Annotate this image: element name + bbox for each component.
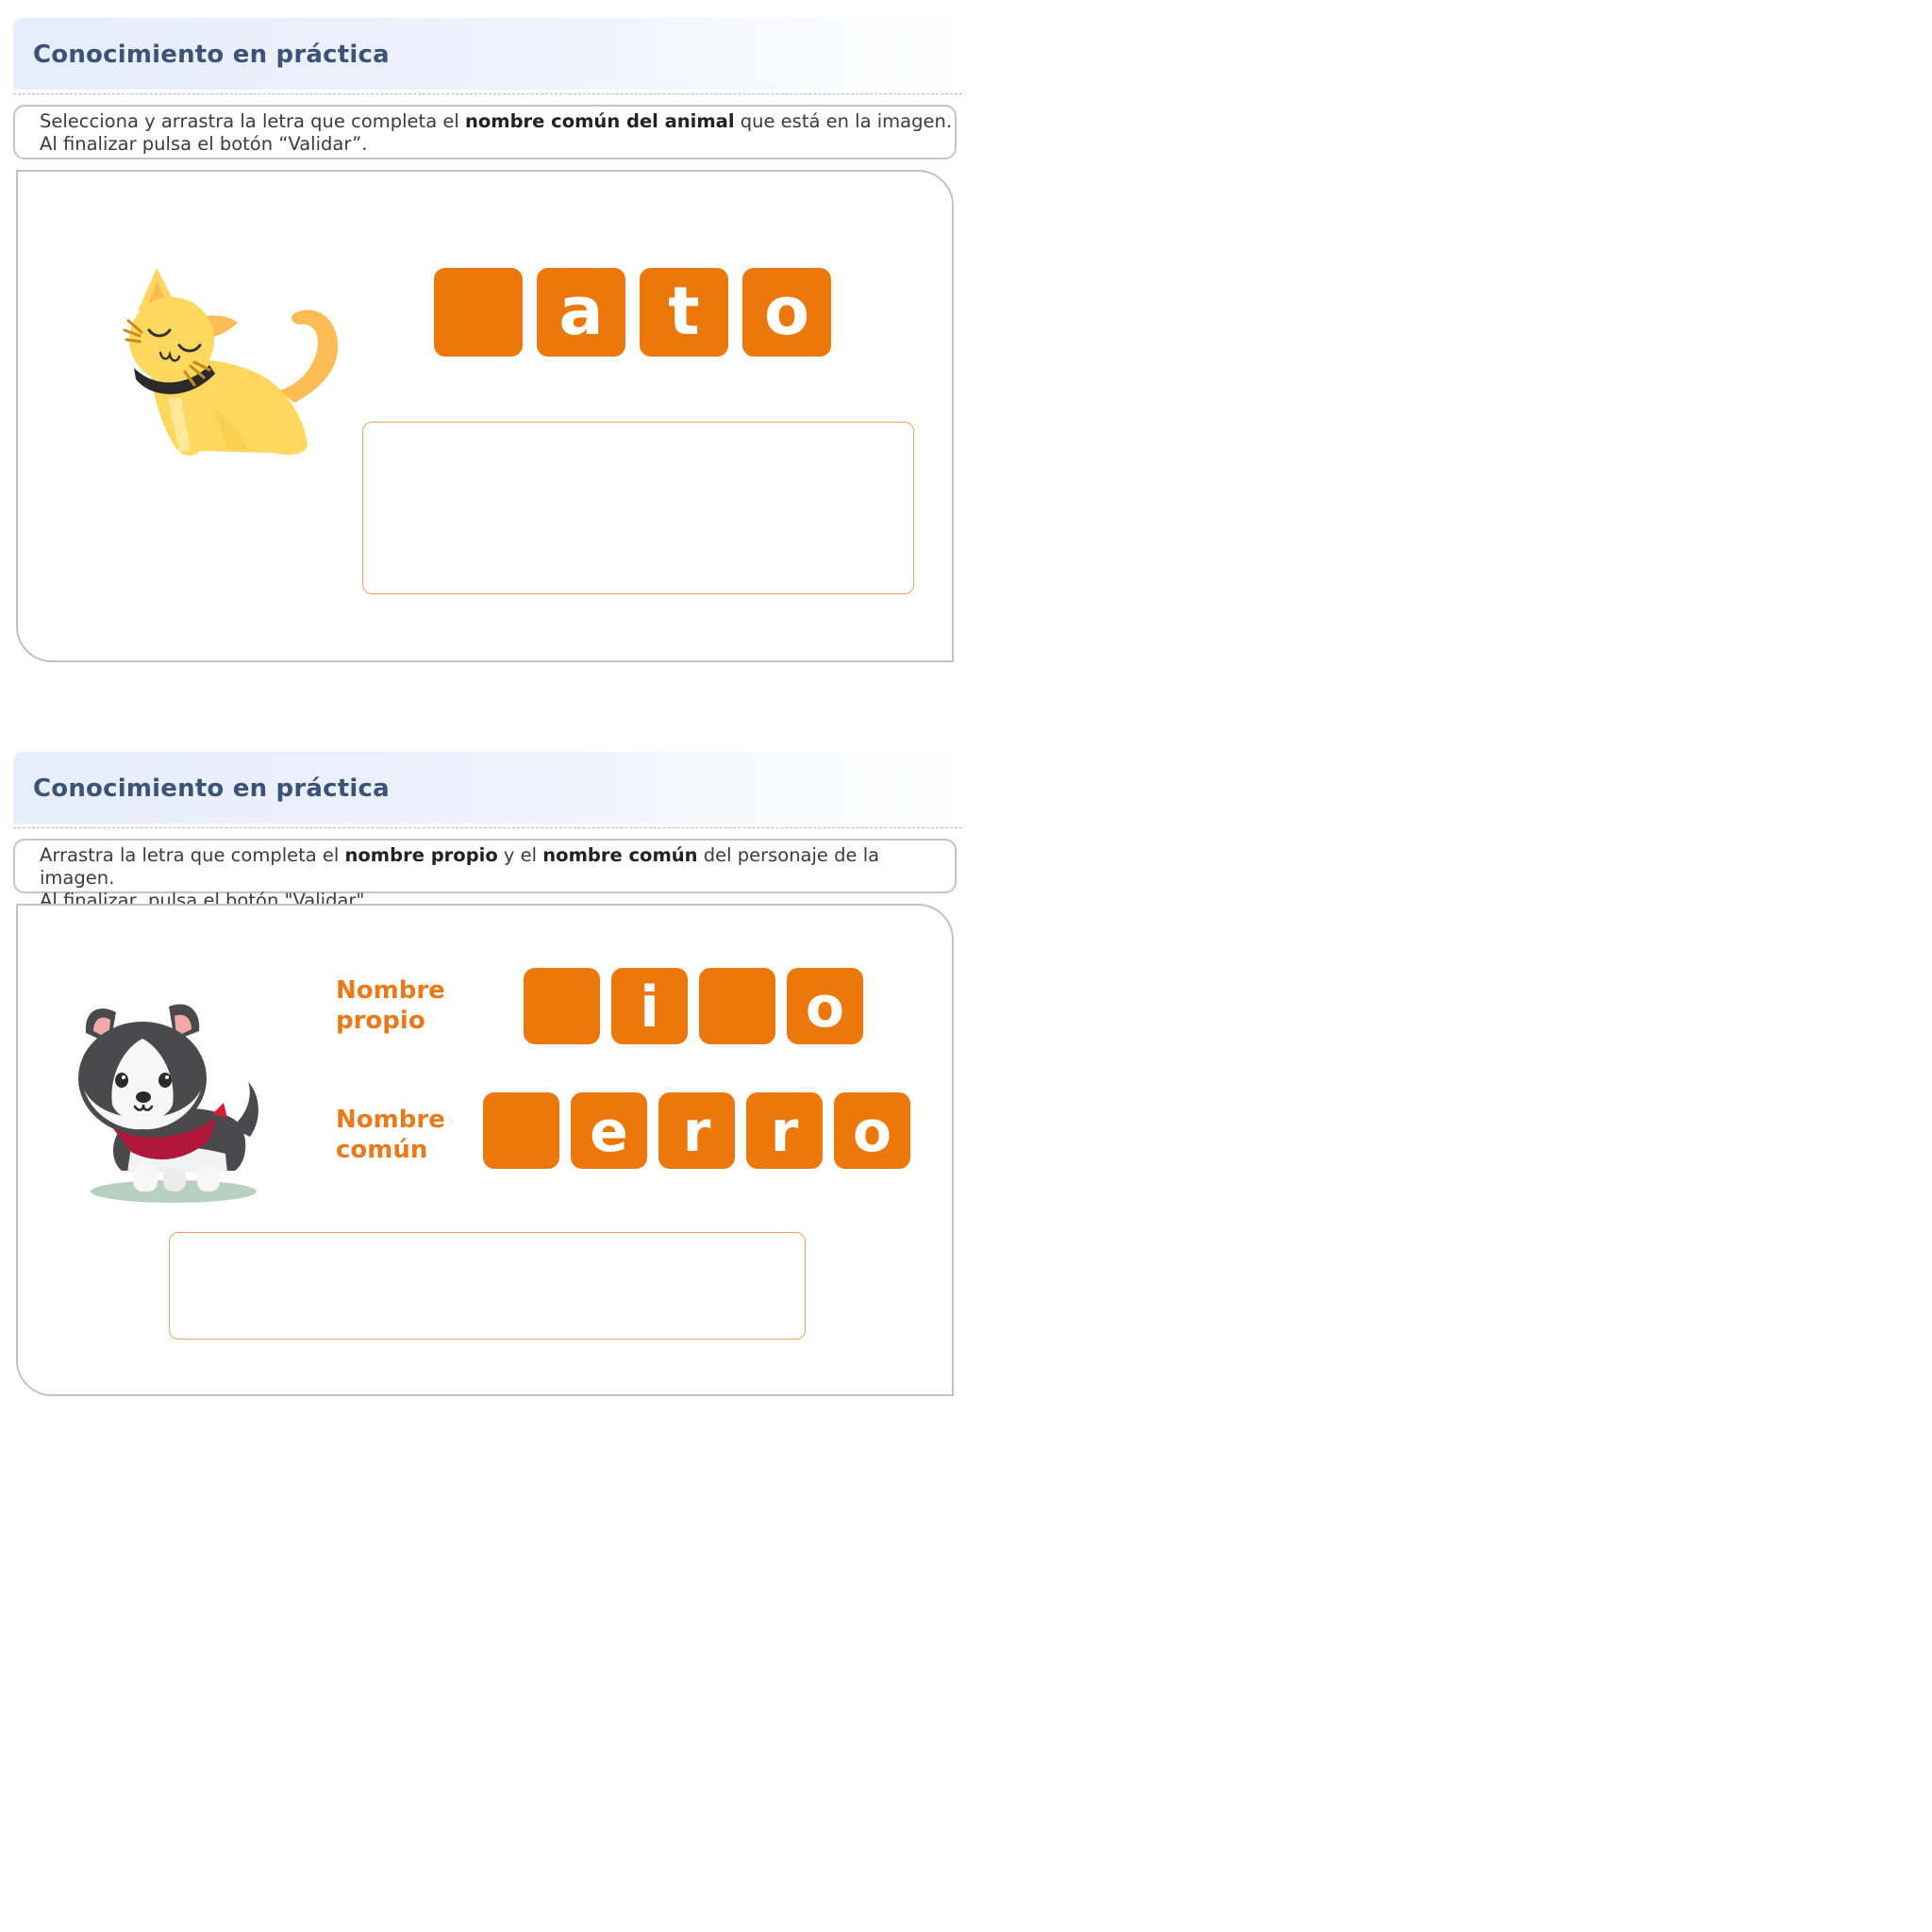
header-divider <box>13 827 962 828</box>
instruction-text: Arrastra la letra que completa el <box>40 844 345 866</box>
letter-slot-empty[interactable] <box>434 268 523 357</box>
letter-slot-empty[interactable] <box>699 968 775 1044</box>
letter-tile-o[interactable]: o <box>742 268 831 357</box>
label-line: común <box>336 1136 428 1164</box>
instruction-text: y el <box>497 844 543 866</box>
exercise-1-header: Conocimiento en práctica <box>13 18 962 90</box>
letter-tile-e[interactable]: e <box>571 1092 647 1169</box>
letters-dropzone[interactable] <box>169 1232 806 1340</box>
instruction-text: Selecciona y arrastra la letra que compl… <box>40 110 465 132</box>
label-line: Nombre <box>336 976 445 1005</box>
letter-tile-o[interactable]: o <box>834 1092 910 1169</box>
instruction-bold-text: nombre común del animal <box>464 110 735 132</box>
husky-dog-icon <box>78 1004 258 1203</box>
header-divider <box>13 93 962 94</box>
letter-tile-t[interactable]: t <box>640 268 728 357</box>
letter-tile-o[interactable]: o <box>787 968 863 1044</box>
label-line: Nombre <box>336 1106 445 1134</box>
exercise-1-instructions: Selecciona y arrastra la letra que compl… <box>13 105 957 159</box>
label-line: propio <box>336 1007 425 1035</box>
common-name-label: Nombre común <box>336 1105 445 1165</box>
instruction-line-2: Al finalizar pulsa el botón “Validar”. <box>40 133 368 155</box>
proper-name-label: Nombre propio <box>336 975 445 1036</box>
exercise-2-title: Conocimiento en práctica <box>33 774 390 803</box>
exercise-1-title: Conocimiento en práctica <box>33 41 390 69</box>
letter-slot-empty[interactable] <box>524 968 600 1044</box>
exercise-2-header: Conocimiento en práctica <box>13 752 962 824</box>
instruction-bold-text: nombre propio <box>344 844 498 866</box>
instruction-line-1: Selecciona y arrastra la letra que compl… <box>40 110 955 133</box>
exercise-1-card: a t o <box>16 170 954 662</box>
letter-tile-a[interactable]: a <box>537 268 625 357</box>
letter-tile-r[interactable]: r <box>658 1092 735 1169</box>
exercise-2-card: Nombre propio i o Nombre común e r r o <box>16 904 954 1396</box>
exercise-2-instructions: Arrastra la letra que completa el nombre… <box>13 839 957 911</box>
instruction-text: que está en la imagen. <box>734 110 953 132</box>
instruction-bold-text: nombre común <box>542 844 698 866</box>
letters-dropzone[interactable] <box>362 422 914 594</box>
cat-icon <box>123 268 339 456</box>
letter-slot-empty[interactable] <box>483 1092 559 1169</box>
letter-tile-i[interactable]: i <box>611 968 688 1044</box>
instruction-line-1: Arrastra la letra que completa el nombre… <box>40 844 955 890</box>
letter-tile-r[interactable]: r <box>746 1092 823 1169</box>
